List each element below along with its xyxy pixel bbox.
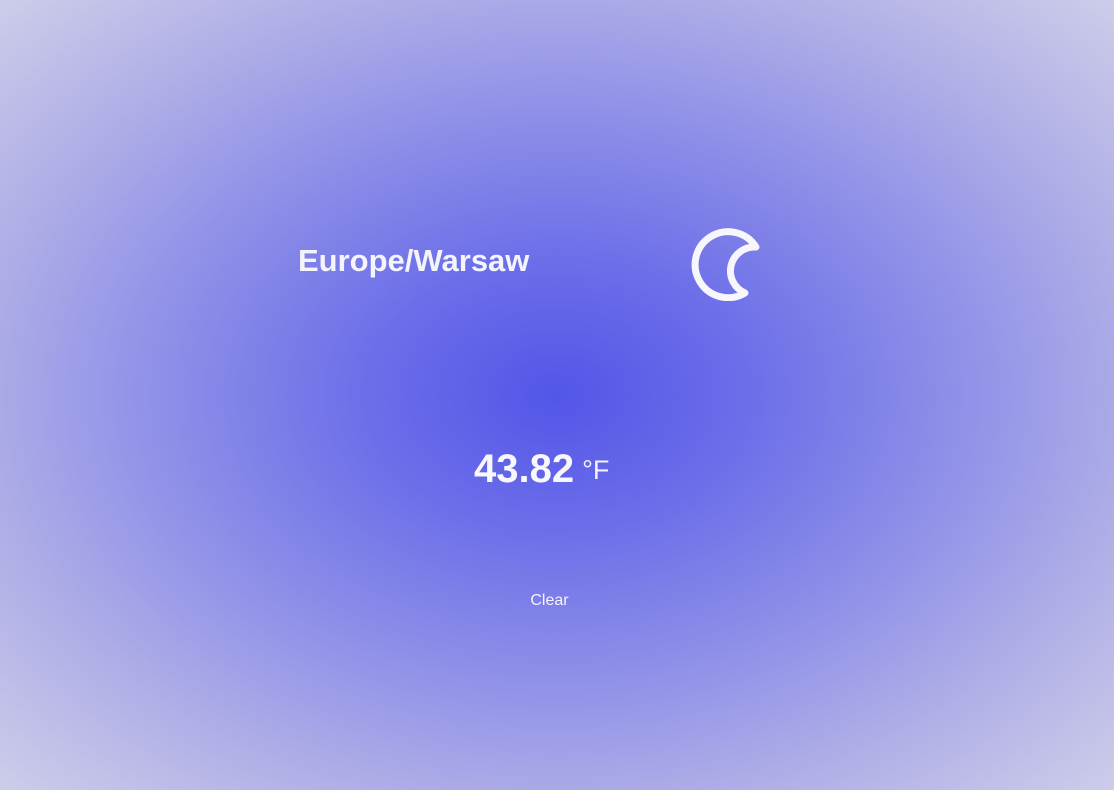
weather-description: Clear [530,592,569,609]
temperature-display: 43.82 °F [474,446,609,501]
temperature-unit: °F [582,455,610,485]
timezone-label: Europe/Warsaw [298,243,530,278]
moon-icon [690,221,770,302]
temperature-value: 43.82 [474,447,575,491]
